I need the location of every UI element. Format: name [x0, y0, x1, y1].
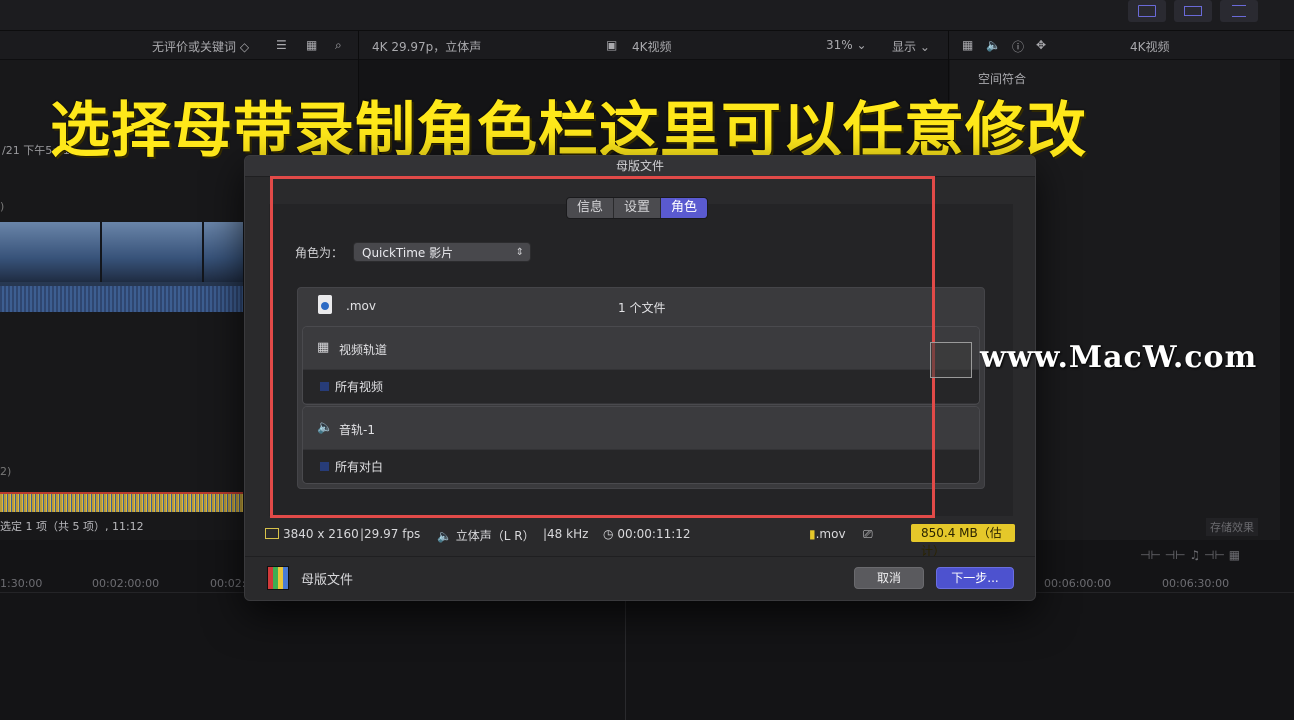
viewer-format: 4K 29.97p，立体声	[372, 40, 482, 54]
clock-icon: ◷	[603, 527, 614, 541]
film-icon[interactable]: ▦	[962, 38, 973, 52]
viewer-clip-name: 4K视频	[632, 40, 672, 54]
file-ext-info: ▮.mov	[809, 527, 846, 541]
transform-icon[interactable]: ✥	[1036, 38, 1046, 52]
list-view-icon[interactable]: ☰	[276, 38, 287, 52]
file-ext-value: .mov	[815, 527, 846, 541]
ruler-tick: 00:02:00:00	[92, 577, 160, 590]
search-icon[interactable]: ⌕	[335, 38, 342, 53]
resolution-icon	[265, 528, 279, 539]
collapse-marker: 2)	[0, 465, 12, 478]
duration-info: ◷ 00:00:11:12	[603, 527, 691, 541]
thumbnail-frame	[102, 222, 204, 282]
selection-status: 选定 1 项（共 5 项）, 11:12	[0, 520, 144, 533]
adjust-button[interactable]	[1220, 0, 1258, 22]
watermark-text: www.MacW.com	[980, 340, 1258, 375]
display-icon: ⎚	[863, 527, 873, 541]
output-summary: 3840 x 2160 |29.97 fps 🔈 立体声（L R） |48 kH…	[265, 524, 1015, 558]
watermark-logo-icon	[930, 342, 972, 378]
inspector-clip-name: 4K视频	[1130, 40, 1170, 54]
layout-view-button[interactable]	[1174, 0, 1212, 22]
footer-label: 母版文件	[301, 573, 354, 588]
audio-value: 立体声（L R）	[455, 529, 535, 543]
dialog-footer: 母版文件 取消 下一步...	[245, 556, 1035, 600]
toolbar: 无评价或关键词 ◇ ☰ ▦ ⌕ 4K 29.97p，立体声 ▣ 4K视频 31%…	[0, 31, 1294, 60]
size-estimate-badge: 850.4 MB（估计）	[911, 524, 1015, 558]
playhead-line	[625, 592, 626, 720]
grid-view-button[interactable]	[1128, 0, 1166, 22]
ruler-tick: 1:30:00	[0, 577, 43, 590]
resolution-value: 3840 x 2160	[283, 527, 359, 541]
film-view-icon[interactable]: ▦	[306, 38, 317, 52]
watermark: www.MacW.com	[930, 340, 1290, 378]
speaker-icon[interactable]: 🔈	[986, 38, 1001, 52]
display-label: 显示	[892, 40, 917, 54]
viewer-clip-icon: ▣	[606, 38, 618, 52]
fps-text: 29.97 fps	[364, 527, 421, 541]
fps-value: |29.97 fps	[360, 527, 421, 541]
ruler-tick: 00:06:30:00	[1162, 577, 1230, 590]
sample-rate: |48 kHz	[543, 527, 589, 541]
thumbnail-frame	[0, 222, 102, 282]
master-file-icon	[267, 566, 289, 590]
ruler-tick: 00:06:00:00	[1044, 577, 1112, 590]
zoom-value: 31%	[826, 38, 853, 52]
top-bar	[0, 0, 1294, 31]
next-button[interactable]: 下一步...	[936, 567, 1014, 589]
layout-icon	[1184, 6, 1202, 16]
dialog-title: 母版文件	[245, 156, 1035, 177]
timeline-controls-icon[interactable]: ⊣⊢ ⊣⊢ ♫ ⊣⊢ ▦	[1140, 548, 1240, 562]
sliders-icon	[1232, 5, 1246, 17]
filter-label: 无评价或关键词	[152, 40, 237, 54]
zoom-popup[interactable]: 31% ⌄	[826, 38, 867, 52]
info-icon[interactable]: ⓘ	[1012, 38, 1024, 55]
audio-waveform	[0, 286, 243, 312]
collapse-marker: )	[0, 200, 5, 213]
audio-info: 🔈 立体声（L R）	[437, 527, 535, 544]
filter-popup[interactable]: 无评价或关键词 ◇	[152, 38, 249, 55]
display-popup[interactable]: 显示 ⌄	[892, 38, 930, 55]
speaker-icon: 🔈	[437, 529, 452, 543]
resolution-info: 3840 x 2160	[265, 527, 359, 541]
highlight-annotation	[270, 176, 935, 518]
thumbnail-frame	[204, 222, 245, 282]
file-icon: ▮	[809, 527, 816, 541]
duration-value: 00:00:11:12	[617, 527, 691, 541]
save-effect-button[interactable]: 存储效果	[1206, 518, 1258, 536]
sample-rate-value: 48 kHz	[547, 527, 589, 541]
grid-icon	[1138, 5, 1156, 17]
video-clip-thumbnail[interactable]	[0, 222, 245, 312]
audio-clip-strip[interactable]	[0, 492, 243, 512]
cancel-button[interactable]: 取消	[854, 567, 924, 589]
ruler-tick: 00:02:	[210, 577, 246, 590]
